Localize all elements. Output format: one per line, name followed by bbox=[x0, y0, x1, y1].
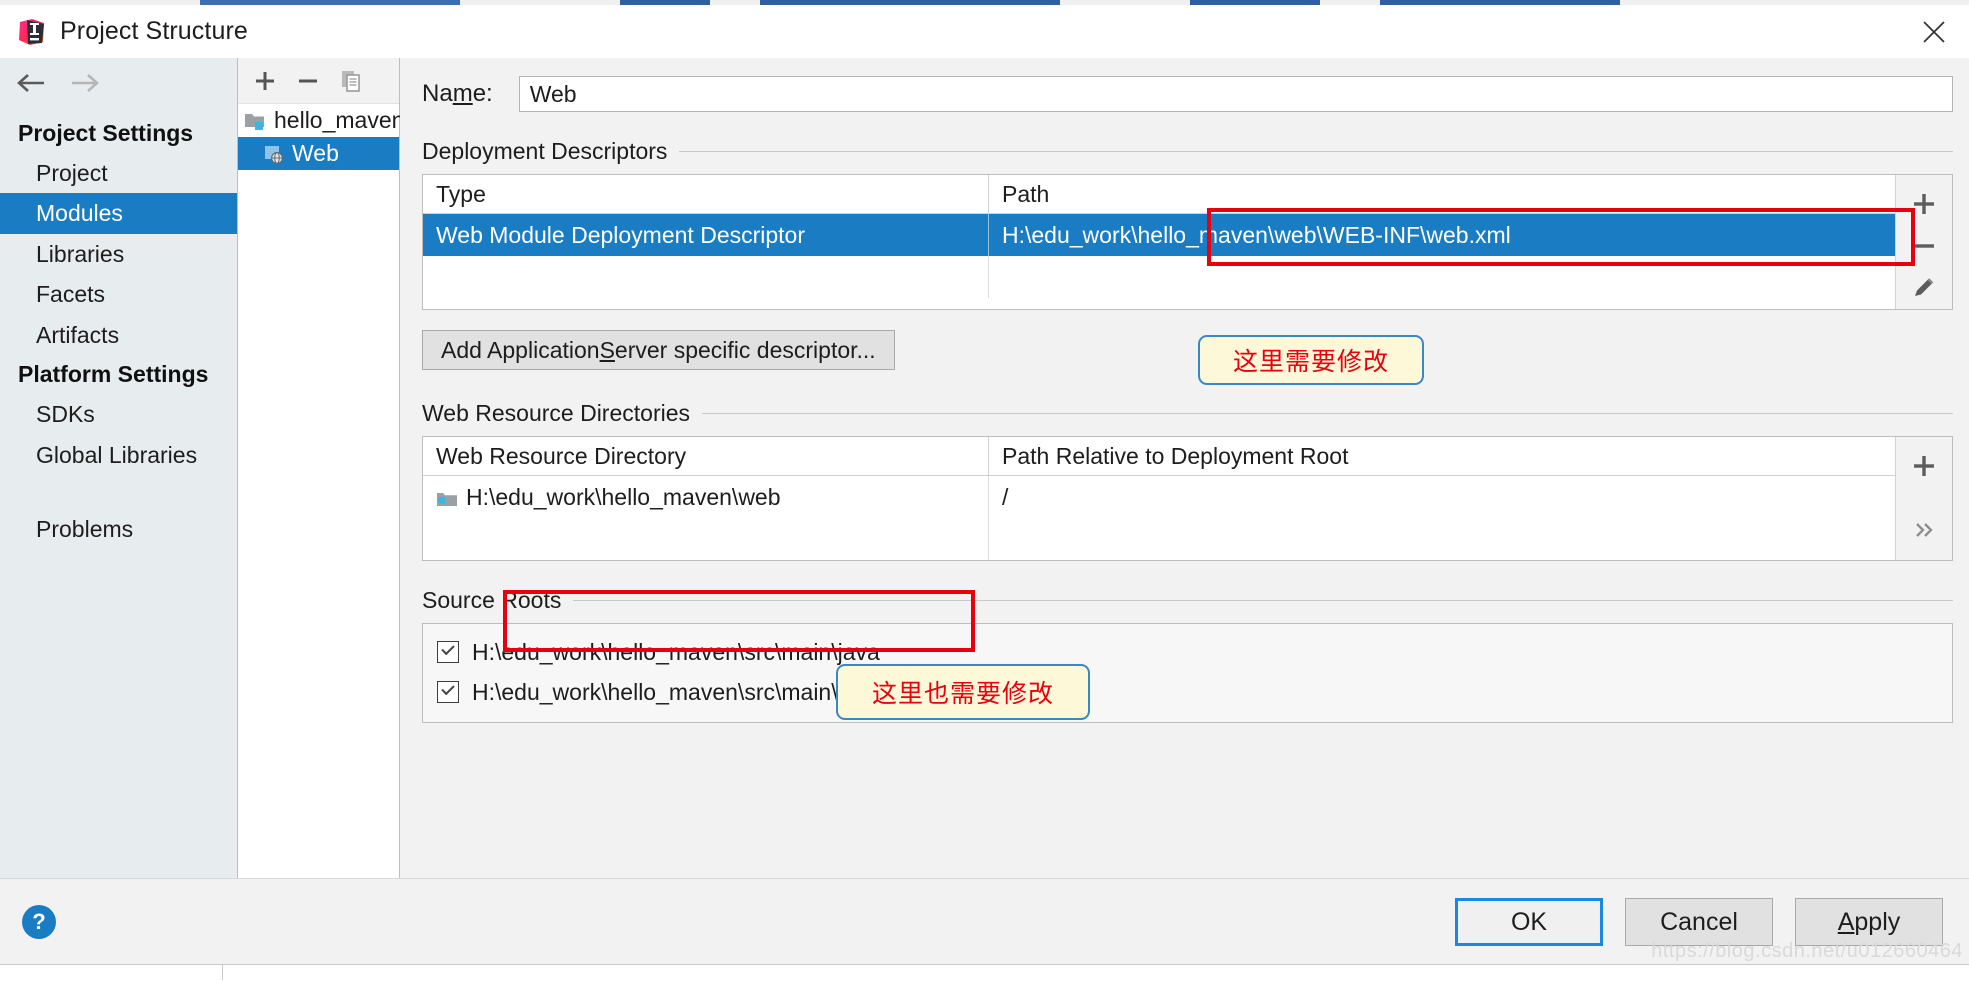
web-resource-directories-header: Web Resource Directories bbox=[422, 400, 1953, 427]
copy-icon[interactable] bbox=[338, 68, 364, 94]
cell-descriptor-type: Web Module Deployment Descriptor bbox=[436, 221, 806, 248]
module-tree-toolbar bbox=[238, 58, 399, 104]
section-title: Web Resource Directories bbox=[422, 400, 691, 426]
column-header-web-resource-directory[interactable]: Web Resource Directory bbox=[423, 437, 988, 475]
minus-icon[interactable] bbox=[295, 68, 321, 94]
sidebar-item-global-libraries[interactable]: Global Libraries bbox=[0, 435, 237, 475]
add-web-resource-button[interactable] bbox=[1904, 445, 1944, 487]
intellij-idea-logo-icon bbox=[18, 18, 46, 46]
sidebar-divider bbox=[0, 475, 237, 509]
table-row-empty bbox=[423, 518, 1895, 560]
cell-empty bbox=[423, 256, 988, 298]
sidebar-item-artifacts[interactable]: Artifacts bbox=[0, 315, 237, 355]
apply-button[interactable]: Apply bbox=[1795, 898, 1943, 946]
cell-empty bbox=[423, 518, 988, 560]
source-root-checkbox[interactable] bbox=[437, 641, 459, 663]
dialog-body: Project Settings Project Modules Librari… bbox=[0, 58, 1969, 878]
sidebar-history-toolbar bbox=[0, 58, 237, 108]
dialog-title: Project Structure bbox=[60, 17, 248, 45]
taskbar-nub bbox=[140, 965, 223, 980]
add-app-server-descriptor-button[interactable]: Add Application Server specific descript… bbox=[422, 330, 895, 370]
table-row-empty bbox=[423, 256, 1895, 298]
annotation-text: 这里也需要修改 bbox=[871, 679, 1054, 708]
column-header-type[interactable]: Type bbox=[423, 175, 988, 213]
sidebar-list: Project Settings Project Modules Librari… bbox=[0, 108, 237, 550]
remove-descriptor-button[interactable] bbox=[1904, 225, 1944, 267]
help-icon[interactable]: ? bbox=[22, 905, 56, 939]
module-folder-icon bbox=[244, 110, 268, 132]
column-header-relative-path[interactable]: Path Relative to Deployment Root bbox=[988, 437, 1895, 475]
source-root-path: H:\edu_work\hello_maven\src\main\java bbox=[472, 638, 880, 665]
section-title: Deployment Descriptors bbox=[422, 138, 668, 164]
cell-relative-path: / bbox=[988, 476, 1895, 518]
sidebar-item-modules[interactable]: Modules bbox=[0, 193, 237, 234]
name-label: Name: bbox=[422, 80, 493, 107]
dialog-footer: ? OK Cancel Apply https://blog.csdn.net/… bbox=[0, 878, 1969, 965]
table-header-row: Web Resource Directory Path Relative to … bbox=[423, 437, 1895, 476]
edit-pencil-icon[interactable] bbox=[1904, 267, 1944, 309]
section-divider bbox=[679, 151, 1953, 152]
web-facet-icon bbox=[262, 143, 286, 165]
module-settings-content: Name: Deployment Descriptors Type Path W… bbox=[400, 58, 1969, 878]
settings-sidebar: Project Settings Project Modules Librari… bbox=[0, 58, 238, 878]
source-roots-header: Source Roots bbox=[422, 587, 1953, 614]
cell-web-resource-directory: H:\edu_work\hello_maven\web bbox=[423, 476, 988, 518]
add-descriptor-button[interactable] bbox=[1904, 183, 1944, 225]
annotation-callout-web-resource: 这里也需要修改 bbox=[836, 664, 1090, 720]
source-root-row[interactable]: H:\edu_work\hello_maven\src\main\resourc… bbox=[423, 672, 1952, 712]
table-row[interactable]: H:\edu_work\hello_maven\web / bbox=[423, 476, 1895, 518]
annotation-text: 这里需要修改 bbox=[1232, 347, 1389, 376]
source-root-checkbox[interactable] bbox=[437, 681, 459, 703]
section-divider bbox=[573, 600, 1953, 601]
close-icon[interactable] bbox=[1899, 5, 1969, 58]
name-row: Name: bbox=[422, 76, 1953, 112]
module-name-input[interactable] bbox=[518, 76, 1953, 112]
cell-text: H:\edu_work\hello_maven\web bbox=[466, 483, 781, 510]
deployment-descriptors-header: Deployment Descriptors bbox=[422, 138, 1953, 165]
sidebar-group-platform-settings: Platform Settings bbox=[18, 361, 209, 388]
project-structure-dialog: Project Structure Project Settings Proje… bbox=[0, 5, 1969, 965]
ok-button[interactable]: OK bbox=[1455, 898, 1603, 946]
cancel-button[interactable]: Cancel bbox=[1625, 898, 1773, 946]
watermark-text: https://blog.csdn.net/u012660464 bbox=[1651, 940, 1963, 962]
deployment-descriptors-table: Type Path Web Module Deployment Descript… bbox=[422, 174, 1953, 310]
sidebar-item-problems[interactable]: Problems bbox=[0, 509, 237, 549]
background-window-bottom-edge bbox=[0, 964, 1969, 981]
table-header-row: Type Path bbox=[423, 175, 1895, 214]
sidebar-item-libraries[interactable]: Libraries bbox=[0, 234, 237, 274]
deployment-descriptors-toolbar bbox=[1895, 175, 1952, 309]
plus-icon[interactable] bbox=[252, 68, 278, 94]
chevron-double-right-icon[interactable] bbox=[1904, 509, 1944, 551]
tree-node-label: hello_maven bbox=[274, 107, 405, 133]
web-resource-directories-toolbar bbox=[1895, 437, 1952, 560]
sidebar-group-project-settings: Project Settings bbox=[18, 120, 194, 146]
tree-node-label: Web bbox=[292, 140, 339, 166]
tree-node-web[interactable]: Web bbox=[238, 137, 399, 170]
column-header-path[interactable]: Path bbox=[988, 175, 1895, 213]
table-row[interactable]: Web Module Deployment Descriptor H:\edu_… bbox=[423, 214, 1895, 256]
deployment-descriptors-grid: Type Path Web Module Deployment Descript… bbox=[423, 175, 1895, 309]
cell-empty bbox=[988, 256, 1895, 298]
section-divider bbox=[702, 413, 1953, 414]
web-resource-directories-table: Web Resource Directory Path Relative to … bbox=[422, 436, 1953, 561]
cell-descriptor-path: H:\edu_work\hello_maven\web\WEB-INF\web.… bbox=[988, 214, 1895, 256]
source-root-row[interactable]: H:\edu_work\hello_maven\src\main\java bbox=[423, 632, 1952, 672]
tree-node-hello-maven[interactable]: hello_maven bbox=[238, 104, 404, 137]
web-resource-directories-grid: Web Resource Directory Path Relative to … bbox=[423, 437, 1895, 560]
source-roots-list: H:\edu_work\hello_maven\src\main\java H:… bbox=[422, 623, 1953, 723]
sidebar-item-facets[interactable]: Facets bbox=[0, 274, 237, 314]
dialog-titlebar: Project Structure bbox=[0, 5, 1969, 58]
arrow-right-icon[interactable] bbox=[68, 68, 102, 98]
folder-icon bbox=[436, 488, 458, 507]
section-title: Source Roots bbox=[422, 587, 562, 613]
sidebar-item-project[interactable]: Project bbox=[0, 153, 237, 193]
arrow-left-icon[interactable] bbox=[14, 68, 48, 98]
sidebar-item-sdks[interactable]: SDKs bbox=[0, 394, 237, 434]
annotation-callout-descriptor: 这里需要修改 bbox=[1198, 335, 1424, 385]
module-tree-panel: hello_maven Web bbox=[238, 58, 404, 878]
cell-empty bbox=[988, 518, 1895, 560]
